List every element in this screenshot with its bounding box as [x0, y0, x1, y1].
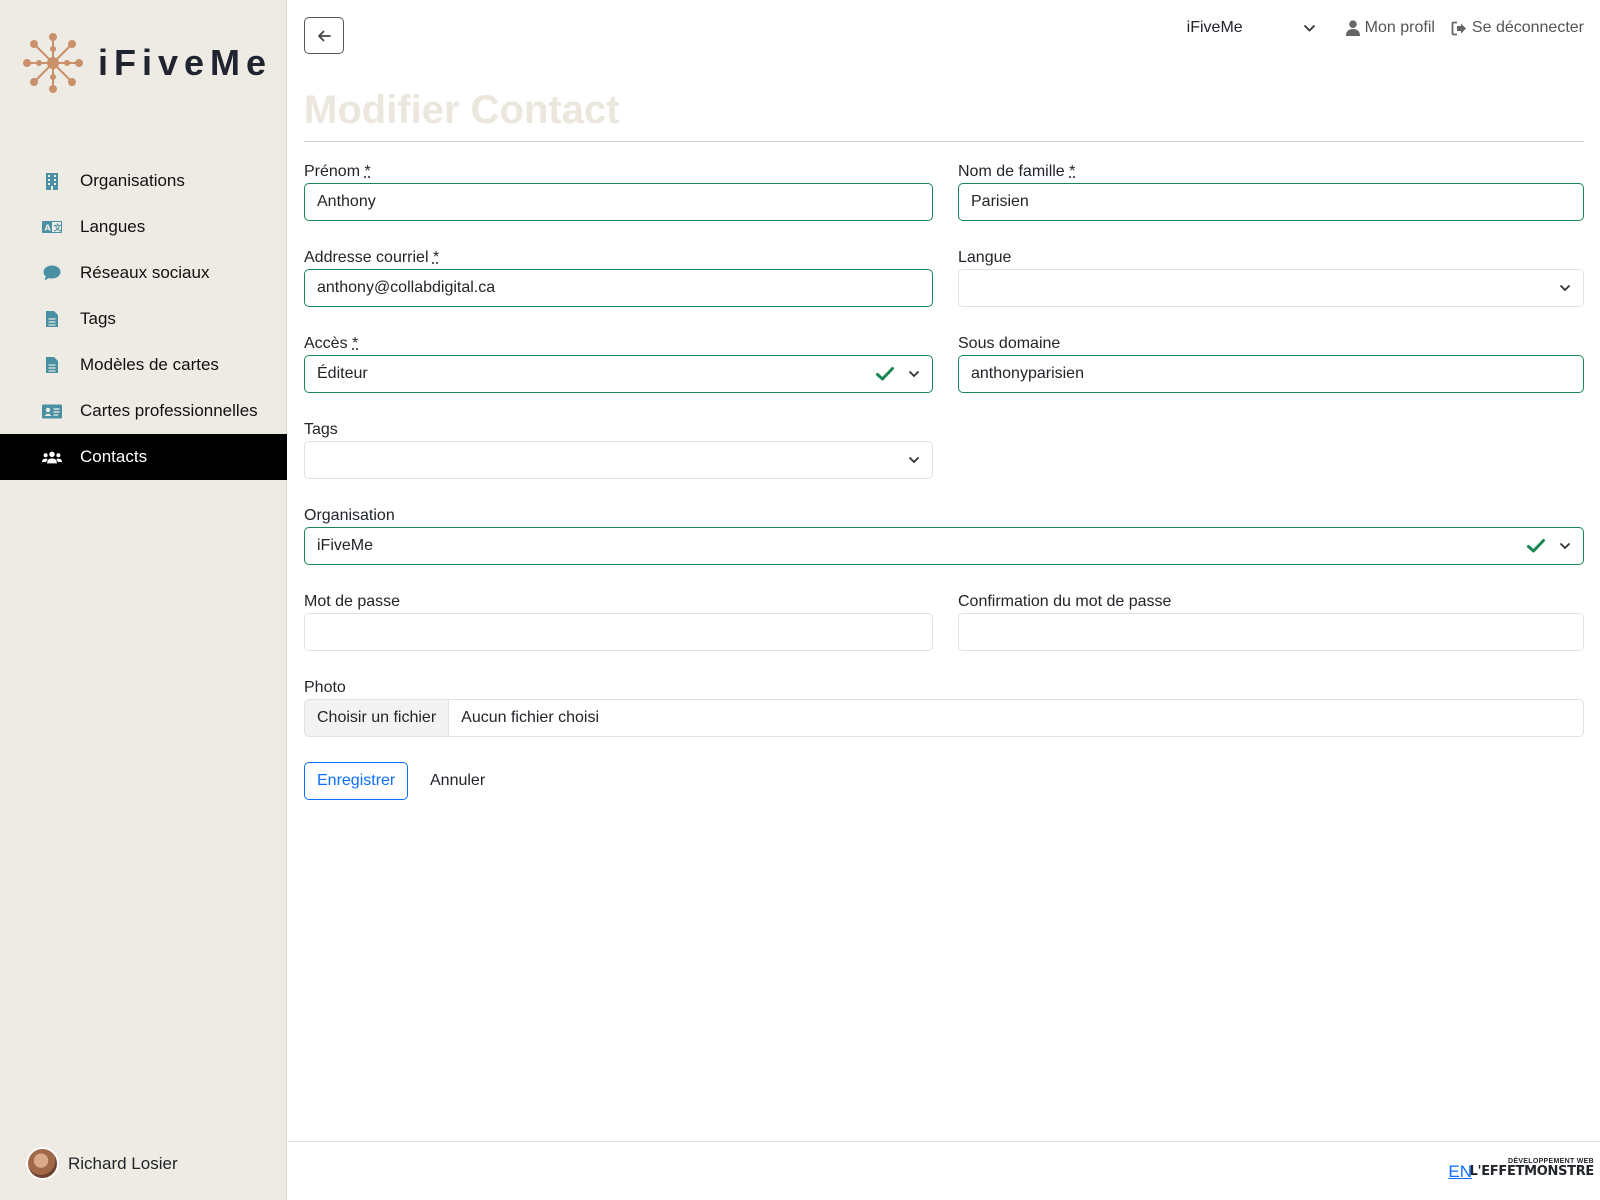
- chevron-down-icon: [908, 456, 920, 464]
- developer-credit[interactable]: DÉVELOPPEMENT WEB L'EFFETMONSTRE: [1469, 1158, 1595, 1179]
- arrow-left-icon: [318, 30, 331, 41]
- save-button[interactable]: Enregistrer: [304, 762, 409, 800]
- file-status: Aucun fichier choisi: [461, 709, 599, 726]
- last-name-label: Nom de famille *: [958, 163, 1076, 180]
- sidebar-item-reseaux-sociaux[interactable]: Réseaux sociaux: [0, 250, 287, 296]
- sidebar-item-organisations[interactable]: Organisations: [0, 158, 287, 204]
- first-name-input[interactable]: Anthony: [304, 183, 933, 221]
- tags-label: Tags: [304, 421, 338, 438]
- tags-field: Tags: [304, 421, 933, 479]
- sidebar-item-langues[interactable]: A文 Langues: [0, 204, 287, 250]
- photo-file-input[interactable]: Choisir un fichier Aucun fichier choisi: [304, 699, 1584, 737]
- sidebar-item-tags[interactable]: Tags: [0, 296, 287, 342]
- sidebar-item-contacts[interactable]: Contacts: [0, 434, 287, 480]
- first-name-label: Prénom *: [304, 163, 371, 180]
- translate-icon: A文: [42, 217, 62, 237]
- sidebar-item-label: Cartes professionnelles: [80, 401, 258, 420]
- password-field: Mot de passe: [304, 593, 933, 651]
- language-switch-link[interactable]: EN: [1448, 1162, 1472, 1182]
- current-user[interactable]: Richard Losier: [26, 1147, 178, 1180]
- credit-logo-text: L'EFFETMONSTRE: [1469, 1164, 1595, 1179]
- sidebar-item-label: Contacts: [80, 447, 148, 466]
- top-nav: iFiveMe Mon profil Se déconnecter: [1187, 18, 1584, 38]
- sidebar-item-label: Organisations: [80, 171, 185, 190]
- email-input[interactable]: anthony@collabdigital.ca: [304, 269, 933, 307]
- title-divider: [304, 141, 1584, 142]
- access-label: Accès *: [304, 335, 359, 352]
- user-name: Richard Losier: [68, 1153, 178, 1173]
- email-field: Addresse courriel * anthony@collabdigita…: [304, 249, 933, 307]
- users-icon: [42, 447, 62, 467]
- app-logo[interactable]: iFiveMe: [22, 32, 272, 94]
- svg-text:A: A: [45, 224, 52, 233]
- logout-link-label: Se déconnecter: [1471, 19, 1584, 36]
- profile-link[interactable]: Mon profil: [1345, 19, 1435, 37]
- organization-switcher-value: iFiveMe: [1186, 19, 1243, 36]
- sidebar-item-label: Réseaux sociaux: [80, 263, 210, 282]
- organization-label: Organisation: [304, 507, 395, 524]
- access-select[interactable]: Éditeur: [304, 355, 933, 393]
- tags-select[interactable]: [304, 441, 933, 479]
- sidebar-item-label: Tags: [80, 309, 116, 328]
- back-button[interactable]: [304, 17, 344, 54]
- password-confirm-label: Confirmation du mot de passe: [958, 593, 1172, 610]
- building-icon: [42, 171, 62, 191]
- organization-switcher[interactable]: iFiveMe: [1187, 19, 1316, 37]
- password-confirm-input[interactable]: [958, 613, 1584, 651]
- language-select[interactable]: [958, 269, 1584, 307]
- document-icon: [42, 309, 62, 329]
- sign-out-icon: [1451, 21, 1466, 35]
- logo-text: iFiveMe: [98, 42, 273, 83]
- avatar: [26, 1147, 59, 1180]
- footer: EN DÉVELOPPEMENT WEB L'EFFETMONSTRE: [288, 1141, 1600, 1200]
- document-icon: [42, 355, 62, 375]
- subdomain-label: Sous domaine: [958, 335, 1061, 352]
- check-icon: [876, 367, 894, 381]
- chat-bubble-icon: [42, 263, 62, 283]
- first-name-field: Prénom * Anthony: [304, 163, 933, 221]
- password-label: Mot de passe: [304, 593, 401, 610]
- email-label: Addresse courriel *: [304, 249, 440, 266]
- subdomain-input[interactable]: anthonyparisien: [958, 355, 1584, 393]
- subdomain-field: Sous domaine anthonyparisien: [958, 335, 1584, 393]
- sidebar-item-cartes-professionnelles[interactable]: Cartes professionnelles: [0, 388, 287, 434]
- chevron-down-icon: [1303, 24, 1315, 32]
- page-title: Modifier Contact: [304, 88, 620, 132]
- user-icon: [1345, 20, 1360, 36]
- organization-select[interactable]: iFiveMe: [304, 527, 1584, 565]
- id-card-icon: [42, 401, 62, 421]
- cancel-button[interactable]: Annuler: [426, 762, 489, 800]
- password-confirm-field: Confirmation du mot de passe: [958, 593, 1584, 651]
- profile-link-label: Mon profil: [1364, 19, 1435, 36]
- logout-link[interactable]: Se déconnecter: [1451, 19, 1584, 37]
- sidebar-item-modeles-de-cartes[interactable]: Modèles de cartes: [0, 342, 287, 388]
- sidebar-item-label: Langues: [80, 217, 146, 236]
- chevron-down-icon: [1559, 542, 1571, 550]
- check-icon: [1527, 539, 1545, 553]
- language-label: Langue: [958, 249, 1012, 266]
- sidebar-item-label: Modèles de cartes: [80, 355, 219, 374]
- photo-label: Photo: [304, 679, 346, 696]
- organization-field: Organisation iFiveMe: [304, 507, 1584, 565]
- photo-field: Photo Choisir un fichier Aucun fichier c…: [304, 679, 1584, 737]
- chevron-down-icon: [908, 370, 920, 378]
- language-field: Langue: [958, 249, 1584, 307]
- svg-text:文: 文: [54, 223, 63, 233]
- password-input[interactable]: [304, 613, 933, 651]
- last-name-field: Nom de famille * Parisien: [958, 163, 1587, 221]
- access-field: Accès * Éditeur: [304, 335, 933, 393]
- sidebar-nav: Organisations A文 Langues Réseaux sociaux…: [0, 158, 287, 480]
- sidebar: iFiveMe Organisations A文 Langues Réseaux…: [0, 0, 287, 1200]
- last-name-input[interactable]: Parisien: [958, 183, 1584, 221]
- chevron-down-icon: [1559, 284, 1571, 292]
- choose-file-button[interactable]: Choisir un fichier: [305, 700, 450, 736]
- logo-mark-icon: [23, 33, 83, 93]
